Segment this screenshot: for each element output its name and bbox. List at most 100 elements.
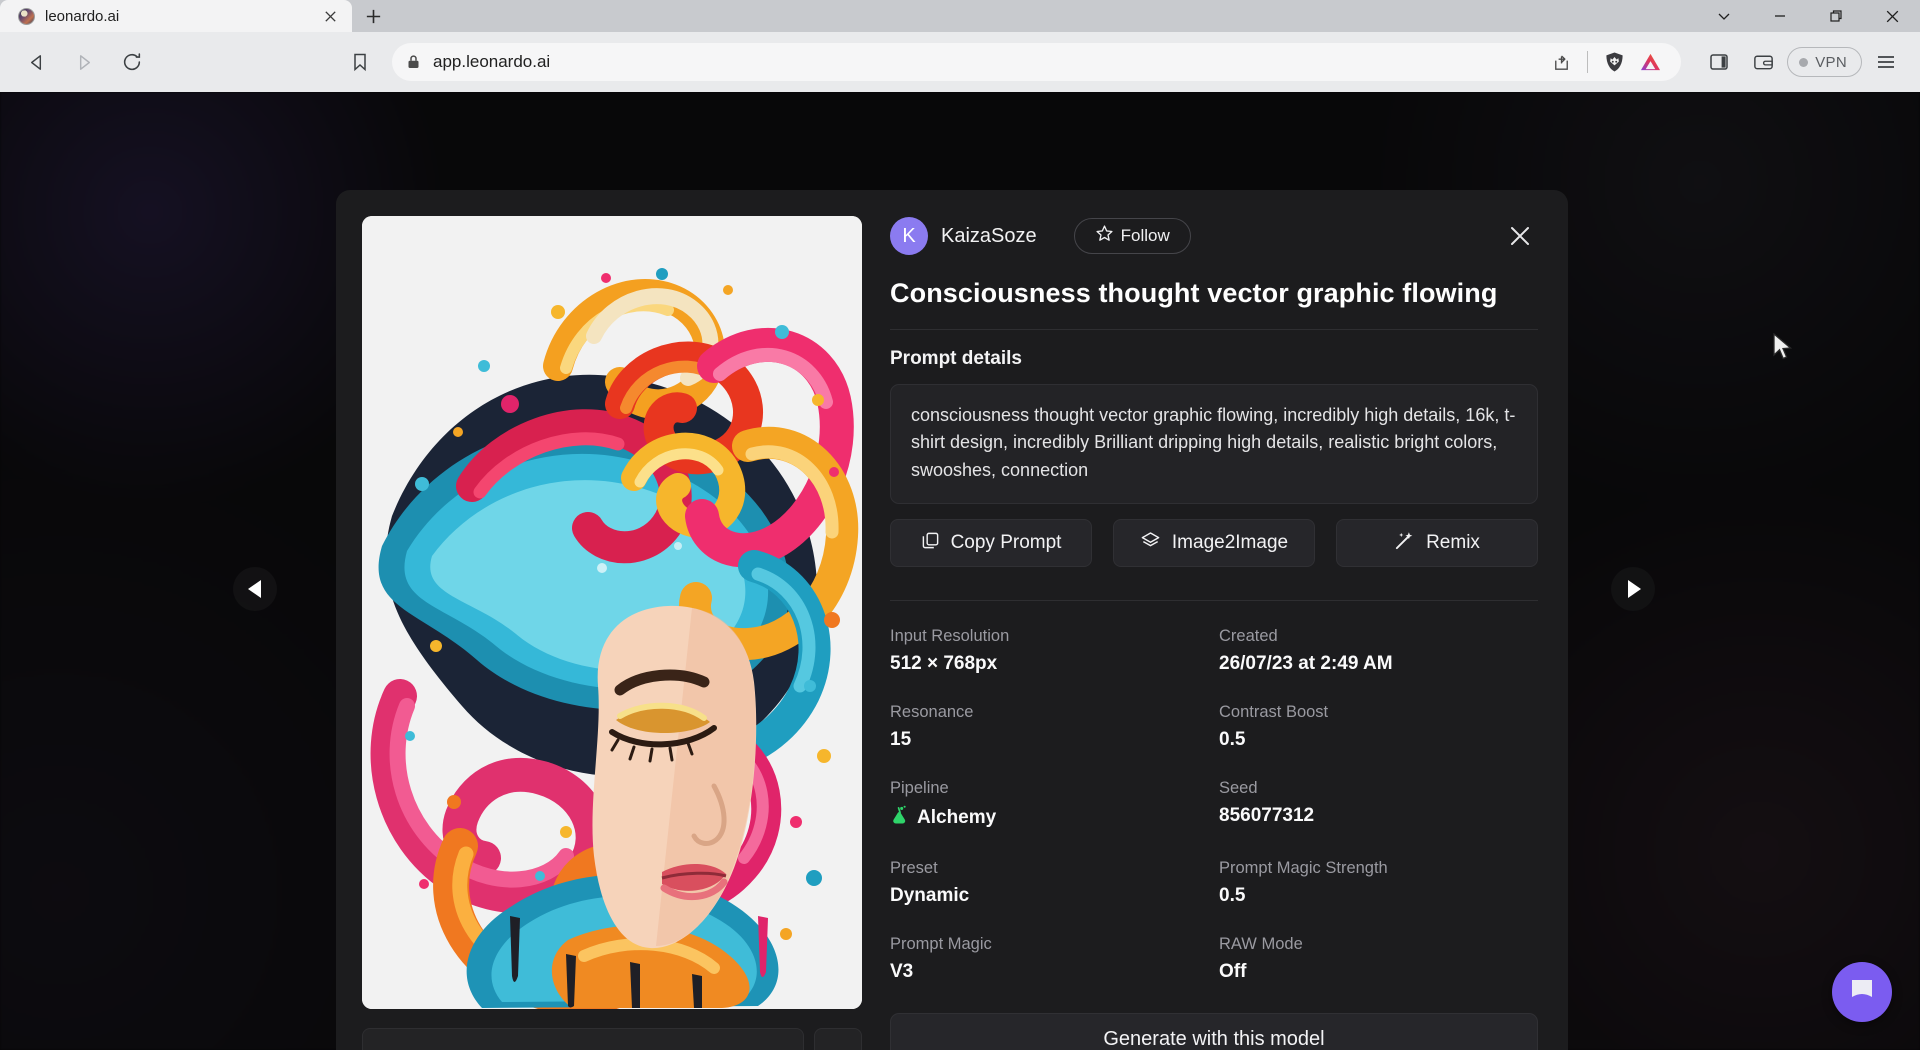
window-controls (1696, 0, 1920, 32)
artwork-column (362, 216, 862, 1050)
vpn-label: VPN (1815, 54, 1847, 71)
vpn-status-dot (1799, 58, 1808, 67)
metadata-label: Pipeline (890, 779, 1209, 798)
back-arrow-icon[interactable] (14, 40, 58, 84)
author-name[interactable]: KaizaSoze (941, 225, 1037, 248)
metadata-item: RAW Mode Off (1219, 935, 1538, 983)
metadata-item: Seed 856077312 (1219, 779, 1538, 831)
metadata-item: Prompt Magic V3 (890, 935, 1209, 983)
lock-icon (406, 54, 421, 70)
avatar[interactable]: K (890, 217, 928, 255)
metadata-label: Prompt Magic Strength (1219, 859, 1538, 878)
metadata-value: 0.5 (1219, 885, 1538, 907)
leonardo-favicon-icon (18, 8, 35, 25)
artwork-illustration (362, 216, 862, 1009)
prompt-textbox[interactable]: consciousness thought vector graphic flo… (890, 384, 1538, 504)
metadata-grid: Input Resolution 512 × 768px Created 26/… (890, 627, 1538, 983)
metadata-value: 512 × 768px (890, 653, 1209, 675)
tab-search-chevron-down-icon[interactable] (1696, 0, 1752, 32)
carousel-prev-button[interactable] (233, 567, 277, 611)
tab-strip: leonardo.ai (0, 0, 1920, 32)
divider (890, 600, 1538, 601)
action-buttons-row: Copy Prompt Image2Image (890, 519, 1538, 567)
bookmark-icon[interactable] (338, 40, 382, 84)
metadata-item: Created 26/07/23 at 2:49 AM (1219, 627, 1538, 675)
remix-label: Remix (1426, 532, 1480, 554)
generate-label: Generate with this model (1103, 1028, 1324, 1050)
metadata-label: Prompt Magic (890, 935, 1209, 954)
url-text: app.leonardo.ai (433, 52, 1532, 72)
alchemy-flask-icon (890, 805, 909, 831)
address-bar-icons (1544, 45, 1667, 79)
forward-arrow-icon (62, 40, 106, 84)
brave-shields-icon[interactable] (1597, 45, 1631, 79)
author-row: K KaizaSoze Follow (890, 216, 1538, 256)
metadata-item: Prompt Magic Strength 0.5 (1219, 859, 1538, 907)
toolbar-right: VPN (1691, 42, 1906, 82)
follow-button[interactable]: Follow (1074, 218, 1191, 254)
metadata-item: Resonance 15 (890, 703, 1209, 751)
prompt-details-heading: Prompt details (890, 348, 1538, 370)
metadata-label: Input Resolution (890, 627, 1209, 646)
thumbnail-item[interactable] (362, 1028, 804, 1050)
metadata-label: Created (1219, 627, 1538, 646)
vpn-badge[interactable]: VPN (1787, 47, 1862, 77)
hamburger-menu-icon[interactable] (1866, 42, 1906, 82)
new-tab-button[interactable] (352, 0, 394, 32)
follow-label: Follow (1121, 226, 1170, 246)
browser-tab[interactable]: leonardo.ai (0, 0, 352, 32)
reload-icon[interactable] (110, 40, 154, 84)
copy-prompt-button[interactable]: Copy Prompt (890, 519, 1092, 567)
page-content: K KaizaSoze Follow Consciousness thought… (0, 92, 1920, 1050)
metadata-label: Contrast Boost (1219, 703, 1538, 722)
copy-prompt-label: Copy Prompt (951, 532, 1062, 554)
thumbnail-strip (362, 1028, 862, 1050)
carousel-next-button[interactable] (1611, 567, 1655, 611)
intercom-chat-button[interactable] (1832, 962, 1892, 1022)
image2image-label: Image2Image (1172, 532, 1288, 554)
metadata-value-pipeline: Alchemy (890, 805, 1209, 831)
generate-with-this-model-button[interactable]: Generate with this model (890, 1013, 1538, 1050)
metadata-label: Preset (890, 859, 1209, 878)
triangle-right-icon (1628, 580, 1641, 598)
address-bar[interactable]: app.leonardo.ai (392, 43, 1681, 81)
thumbnail-item[interactable] (814, 1028, 862, 1050)
remix-button[interactable]: Remix (1336, 519, 1538, 567)
copy-icon (921, 531, 940, 556)
close-icon[interactable] (320, 6, 340, 26)
sparkle-wand-icon (1394, 530, 1415, 557)
divider (1587, 51, 1588, 73)
star-icon (1095, 224, 1114, 248)
details-column: K KaizaSoze Follow Consciousness thought… (890, 216, 1538, 1050)
metadata-value: 15 (890, 729, 1209, 751)
metadata-value: Off (1219, 961, 1538, 983)
restore-icon[interactable] (1808, 0, 1864, 32)
metadata-value: V3 (890, 961, 1209, 983)
close-icon[interactable] (1502, 218, 1538, 254)
metadata-value: Dynamic (890, 885, 1209, 907)
wallet-icon[interactable] (1743, 42, 1783, 82)
share-icon[interactable] (1544, 45, 1578, 79)
metadata-value: 856077312 (1219, 805, 1538, 827)
layers-icon (1140, 530, 1161, 557)
metadata-value: 0.5 (1219, 729, 1538, 751)
metadata-label: Seed (1219, 779, 1538, 798)
generated-artwork-image[interactable] (362, 216, 862, 1009)
metadata-item: Pipeline Alchemy (890, 779, 1209, 831)
divider (890, 329, 1538, 330)
metadata-item: Contrast Boost 0.5 (1219, 703, 1538, 751)
minimize-icon[interactable] (1752, 0, 1808, 32)
leonardo-extension-icon[interactable] (1633, 45, 1667, 79)
image-detail-modal: K KaizaSoze Follow Consciousness thought… (336, 190, 1568, 1050)
window-close-icon[interactable] (1864, 0, 1920, 32)
metadata-item: Input Resolution 512 × 768px (890, 627, 1209, 675)
prompt-text: consciousness thought vector graphic flo… (911, 402, 1517, 484)
browser-chrome: leonardo.ai (0, 0, 1920, 92)
metadata-label: RAW Mode (1219, 935, 1538, 954)
pipeline-label: Alchemy (917, 807, 996, 829)
image2image-button[interactable]: Image2Image (1113, 519, 1315, 567)
page-title: Consciousness thought vector graphic flo… (890, 278, 1538, 309)
metadata-item: Preset Dynamic (890, 859, 1209, 907)
sidebar-toggle-icon[interactable] (1699, 42, 1739, 82)
metadata-label: Resonance (890, 703, 1209, 722)
